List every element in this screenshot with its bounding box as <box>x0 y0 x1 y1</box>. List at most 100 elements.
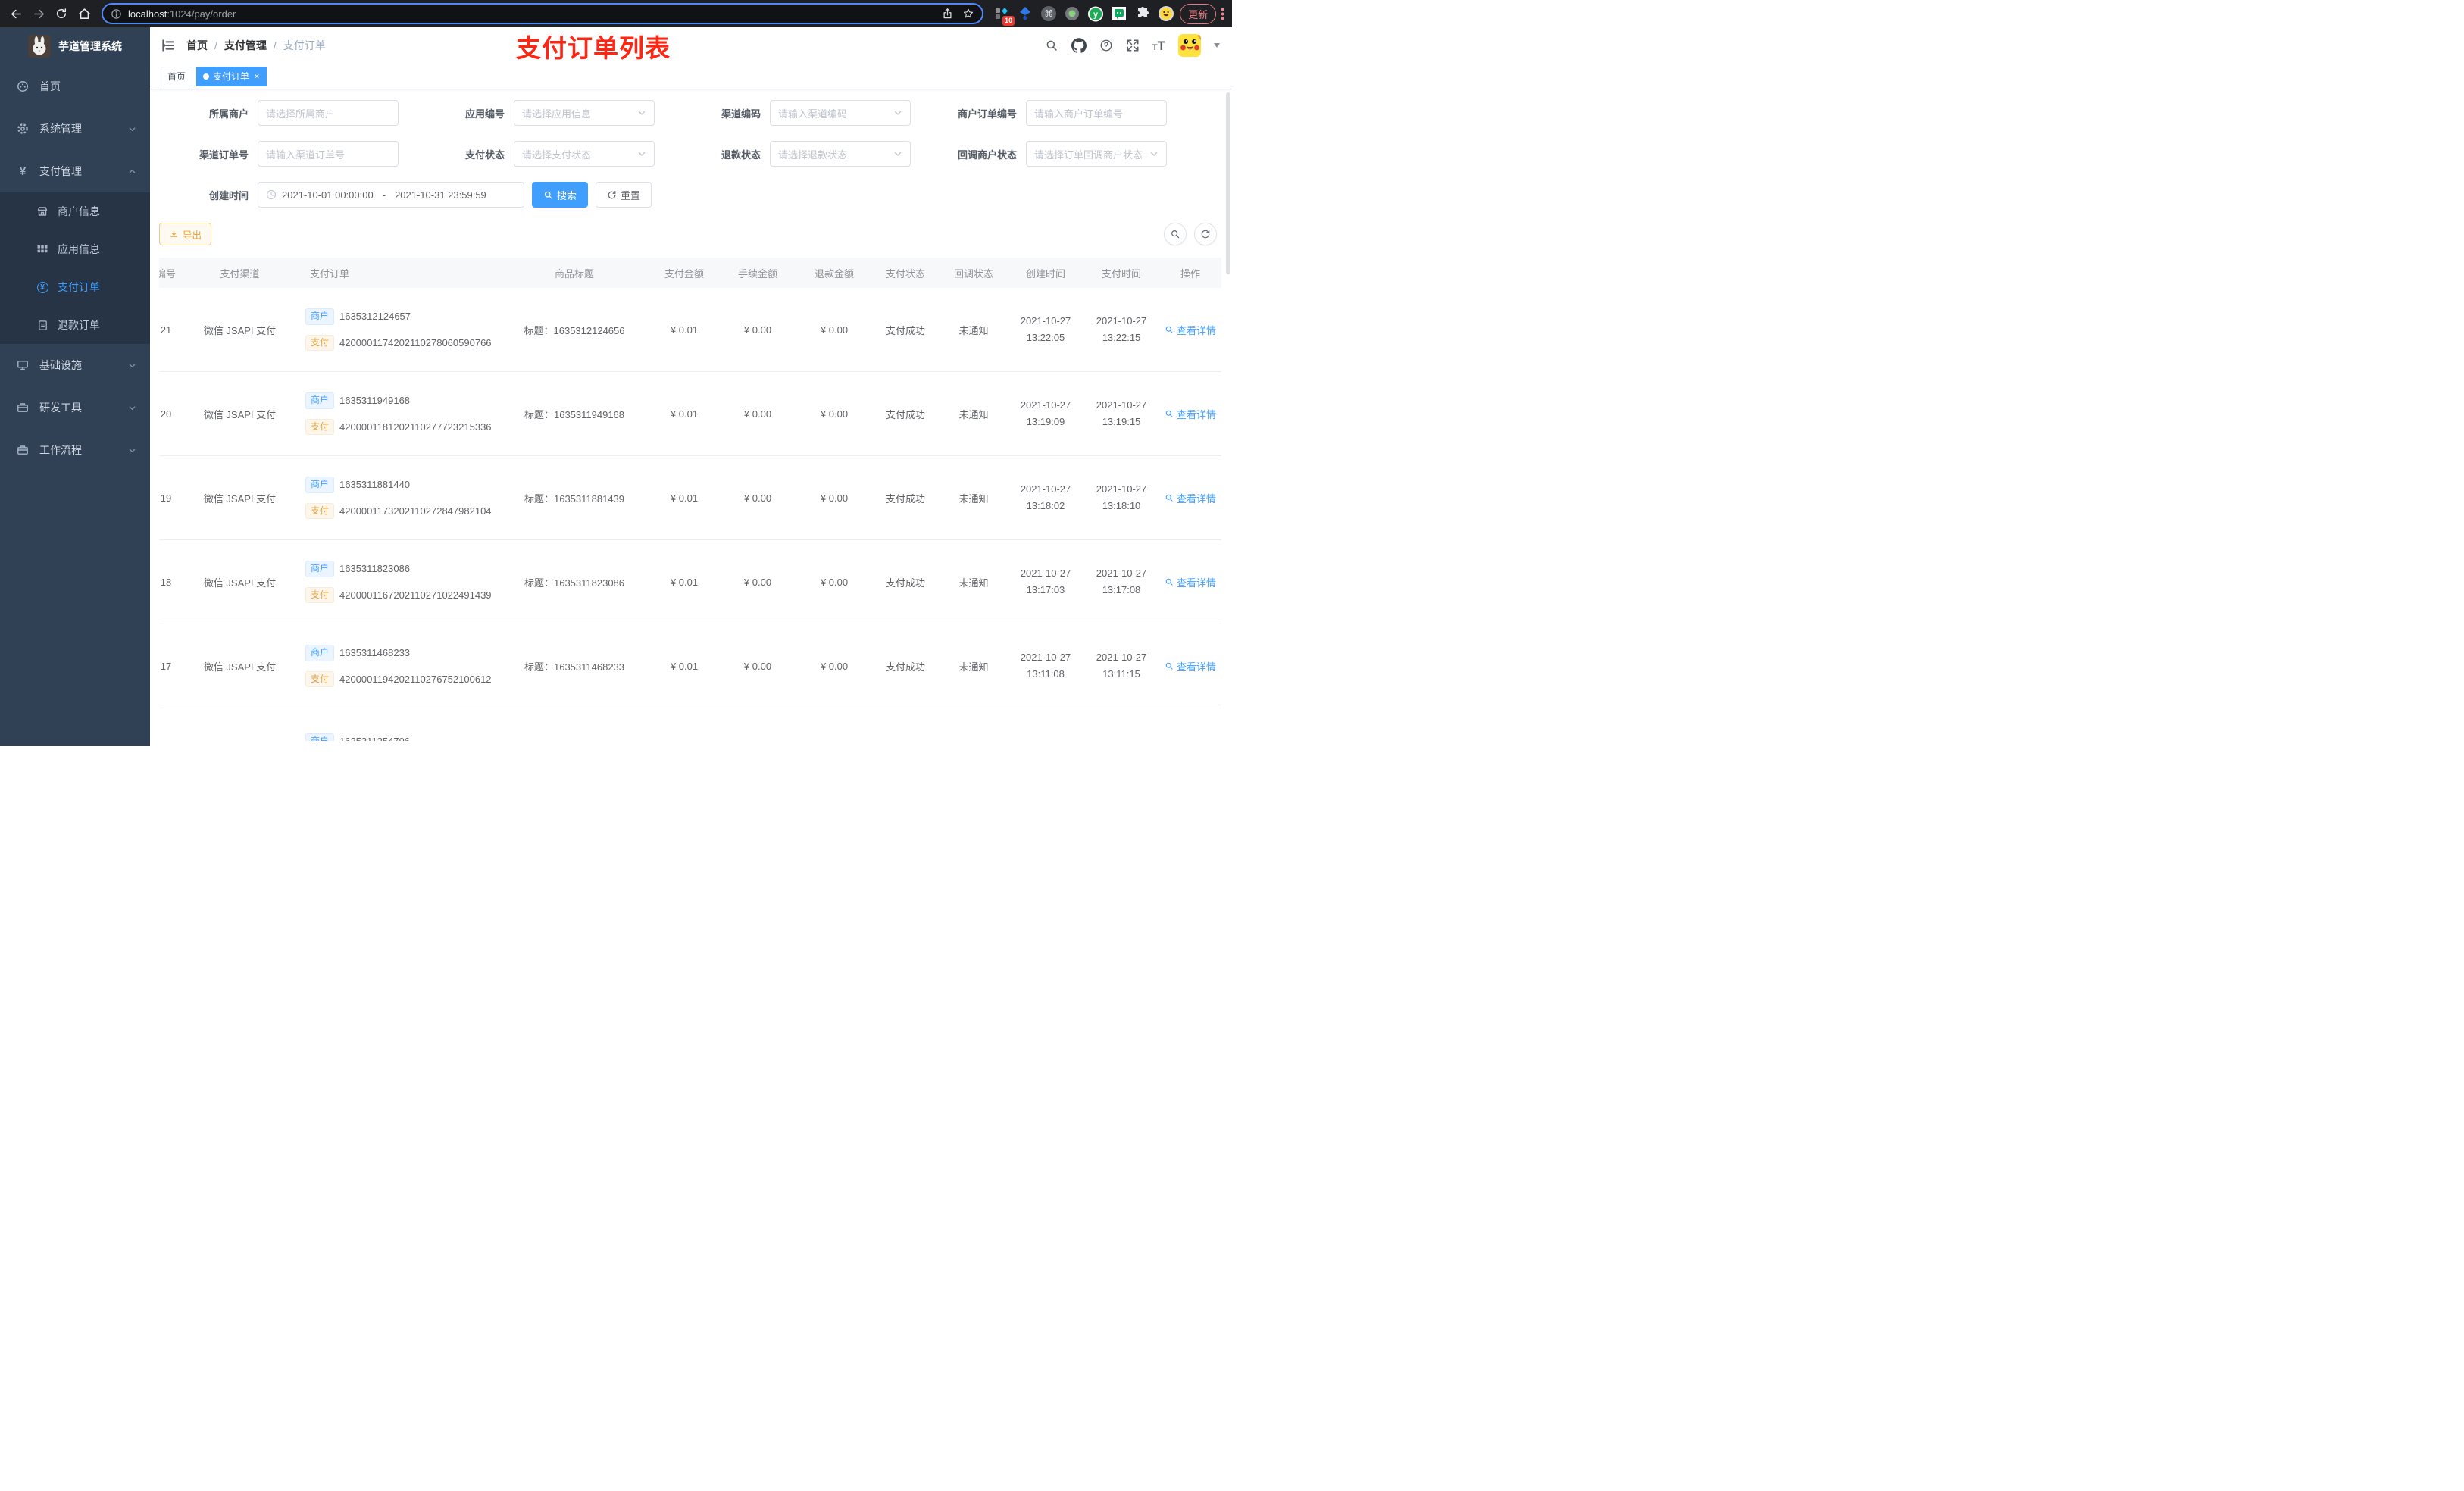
table-header: 编号 支付渠道 支付订单 商品标题 支付金额 手续金额 退款金额 支付状态 回调… <box>159 258 1221 288</box>
cell-fee: ¥ 0.00 <box>743 324 772 336</box>
sidebar-item-pay-order[interactable]: ¥ 支付订单 <box>0 268 150 306</box>
url-text[interactable]: localhost:1024/pay/order <box>128 8 942 20</box>
view-detail-link[interactable]: 查看详情 <box>1165 407 1216 421</box>
font-size-icon[interactable]: TT <box>1152 39 1165 52</box>
sidebar-item-label: 系统管理 <box>39 123 82 135</box>
site-info-icon[interactable] <box>111 8 122 20</box>
github-icon[interactable] <box>1071 38 1087 53</box>
yen-icon: ¥ <box>19 164 27 178</box>
avatar-dropdown-caret[interactable] <box>1214 43 1220 48</box>
search-button[interactable]: 搜索 <box>532 182 589 208</box>
cell-create-time: 2021-10-27 13:18:02 <box>1020 483 1071 511</box>
breadcrumb-home[interactable]: 首页 <box>186 38 208 53</box>
view-detail-link[interactable]: 查看详情 <box>1165 323 1216 337</box>
notify-status-select[interactable]: 请选择订单回调商户状态 <box>1026 141 1167 167</box>
search-icon[interactable] <box>1045 39 1058 52</box>
y-extension-icon[interactable]: y <box>1088 6 1104 21</box>
refresh-icon[interactable] <box>1194 223 1217 245</box>
gear-icon <box>17 123 29 135</box>
sidebar-logo[interactable]: 芋道管理系统 <box>0 27 150 65</box>
grid-extension-icon[interactable]: 10 <box>994 6 1015 26</box>
sidebar: 芋道管理系统 首页 系统管理 ¥ 支付管理 商户信息 应用信息 ¥ 支付订单 退… <box>0 27 150 746</box>
chevron-down-icon <box>128 361 136 370</box>
cell-amount: ¥ 0.01 <box>670 408 699 420</box>
pay-order-number: 4200001181202110277723215336 <box>339 420 492 433</box>
sidebar-item-workflow[interactable]: 工作流程 <box>0 429 150 471</box>
page-annotation: 支付订单列表 <box>516 34 671 62</box>
pay-status-select[interactable]: 请选择支付状态 <box>514 141 655 167</box>
sidebar-item-merchant-info[interactable]: 商户信息 <box>0 192 150 230</box>
cell-action: 查看详情 <box>1159 540 1221 624</box>
back-icon[interactable] <box>6 4 26 23</box>
chevron-down-icon <box>128 446 136 455</box>
toggle-search-icon[interactable] <box>1164 223 1187 245</box>
share-icon[interactable] <box>942 8 953 20</box>
kite-extension-icon[interactable] <box>1018 6 1033 21</box>
channel-order-no-input[interactable]: 请输入渠道订单号 <box>258 141 399 167</box>
pay-tag: 支付 <box>305 586 335 604</box>
tag-pay-order[interactable]: 支付订单 × <box>196 66 267 86</box>
close-icon[interactable]: × <box>254 71 260 81</box>
pay-order-number: 4200001167202110271022491439 <box>339 589 492 601</box>
view-detail-link[interactable]: 查看详情 <box>1165 491 1216 505</box>
sidebar-item-label: 商户信息 <box>58 205 100 217</box>
clock-icon <box>266 189 277 200</box>
merchant-input[interactable]: 请选择所属商户 <box>258 100 399 126</box>
pay-order-table: 编号 支付渠道 支付订单 商品标题 支付金额 手续金额 退款金额 支付状态 回调… <box>159 258 1223 741</box>
browser-update-button[interactable]: 更新 <box>1180 3 1217 24</box>
sidebar-item-home[interactable]: 首页 <box>0 65 150 108</box>
pay-order-icon: ¥ <box>36 281 48 293</box>
create-time-range-input[interactable]: 2021-10-01 00:00:00 - 2021-10-31 23:59:5… <box>258 182 524 208</box>
home-icon[interactable] <box>74 4 94 23</box>
cell-notify-status: 未通知 <box>958 661 989 673</box>
sidebar-item-dev-tools[interactable]: 研发工具 <box>0 386 150 429</box>
sidebar-item-app-info[interactable]: 应用信息 <box>0 230 150 268</box>
top-navbar: 首页 / 支付管理 / 支付订单 支付订单列表 TT <box>150 27 1232 64</box>
cell-create-time: 2021-10-27 13:17:03 <box>1020 567 1071 595</box>
url-bar[interactable]: localhost:1024/pay/order <box>102 3 984 24</box>
cell-title: 标题：1635312124656 <box>524 324 625 336</box>
breadcrumb-payment[interactable]: 支付管理 <box>224 38 267 53</box>
profile-emoji-icon[interactable] <box>1159 6 1174 21</box>
browser-menu-icon[interactable]: • • • <box>1221 4 1224 24</box>
merchant-order-number: 1635311468233 <box>339 647 411 659</box>
view-detail-link[interactable]: 查看详情 <box>1165 659 1216 674</box>
filter-label-notify-status: 回调商户状态 <box>957 148 1017 161</box>
merchant-order-no-input[interactable]: 请输入商户订单编号 <box>1026 100 1167 126</box>
reload-icon[interactable] <box>52 4 71 23</box>
help-icon[interactable] <box>1099 39 1113 52</box>
cell-notify-status: 未通知 <box>958 492 989 505</box>
refund-status-select[interactable]: 请选择退款状态 <box>770 141 911 167</box>
extension-badge: 10 <box>1002 16 1015 26</box>
pay-tag: 支付 <box>305 670 335 688</box>
cell-channel: 微信 JSAPI 支付 <box>203 577 277 589</box>
bookmark-star-icon[interactable] <box>962 8 974 20</box>
view-detail-link[interactable]: 查看详情 <box>1165 575 1216 589</box>
chat-extension-icon[interactable] <box>1112 6 1127 21</box>
tag-home[interactable]: 首页 <box>161 66 193 86</box>
filter-label-refund-status: 退款状态 <box>721 148 761 161</box>
pay-tag: 支付 <box>305 334 335 352</box>
table-row: 18 微信 JSAPI 支付 商户 1635311823086 支付 4200001… <box>159 540 1221 624</box>
fullscreen-icon[interactable] <box>1126 39 1140 52</box>
extensions-puzzle-icon[interactable] <box>1135 6 1150 21</box>
sidebar-item-payment[interactable]: ¥ 支付管理 <box>0 150 150 192</box>
user-avatar[interactable] <box>1178 34 1201 57</box>
app-select[interactable]: 请选择应用信息 <box>514 100 655 126</box>
merchant-tag: 商户 <box>305 308 335 325</box>
forward-icon[interactable] <box>29 4 48 23</box>
sidebar-item-system[interactable]: 系统管理 <box>0 108 150 150</box>
scrollbar-thumb[interactable] <box>1226 92 1230 274</box>
merchant-order-number: 1635311254796 <box>339 736 410 741</box>
cell-channel: 微信 JSAPI 支付 <box>203 661 277 673</box>
dot-extension-icon[interactable] <box>1065 6 1080 21</box>
export-button[interactable]: 导出 <box>159 223 212 245</box>
sidebar-item-infrastructure[interactable]: 基础设施 <box>0 344 150 386</box>
sidebar-collapse-icon[interactable] <box>161 38 176 53</box>
sidebar-item-refund-order[interactable]: 退款订单 <box>0 306 150 344</box>
reset-button[interactable]: 重置 <box>596 182 652 208</box>
page-content: 所属商户 请选择所属商户 应用编号 请选择应用信息 渠道编码 请输入渠道编码 商… <box>150 89 1232 746</box>
command-extension-icon[interactable]: ⌘ <box>1041 6 1057 21</box>
cell-notify-status: 未通知 <box>958 324 989 336</box>
channel-code-select[interactable]: 请输入渠道编码 <box>770 100 911 126</box>
